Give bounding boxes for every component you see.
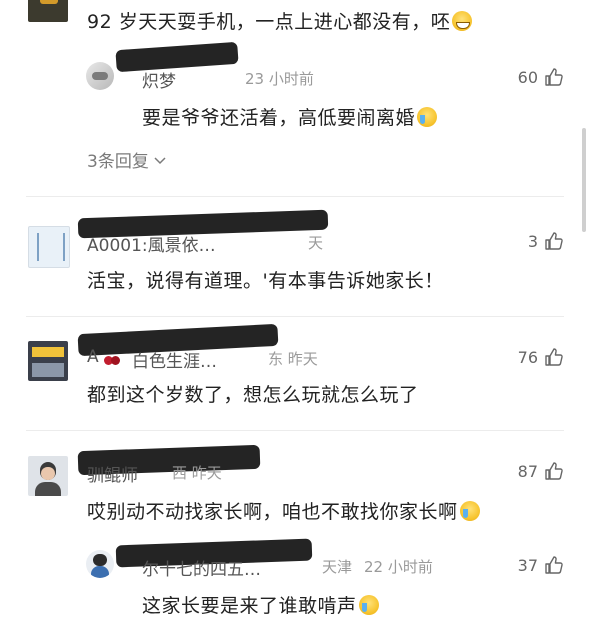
like-button[interactable]: 3 <box>528 231 564 251</box>
reply-location: 天津 <box>322 558 353 576</box>
crying-emoji-icon <box>417 107 438 127</box>
avatar[interactable] <box>86 550 114 578</box>
thumbs-up-icon <box>545 232 563 250</box>
view-replies-link[interactable]: 3条回复 <box>87 147 167 172</box>
comment-text: 92 岁天天耍手机，一点上进心都没有，呸 <box>87 7 473 34</box>
crying-emoji-icon <box>358 595 379 615</box>
reply-link-label: 3条回复 <box>87 152 149 172</box>
comment-time: 西 昨天 <box>172 464 222 482</box>
scrollbar[interactable] <box>582 128 586 232</box>
comment-time: 东 昨天 <box>268 350 318 368</box>
comment-text: 活宝，说得有道理。'有本事告诉她家长！ <box>87 270 444 292</box>
redaction-mark <box>115 41 239 73</box>
thumbs-up-icon <box>545 556 563 574</box>
like-button[interactable]: 37 <box>518 555 564 575</box>
avatar[interactable] <box>86 62 114 90</box>
grin-emoji-icon <box>452 11 473 31</box>
divider <box>26 430 564 431</box>
thumbs-up-icon <box>545 68 563 86</box>
avatar[interactable] <box>28 456 68 496</box>
reply-text: 这家长要是来了谁敢啃声 <box>142 591 379 618</box>
avatar[interactable] <box>28 0 68 22</box>
chevron-down-icon <box>154 156 166 164</box>
divider <box>26 316 564 317</box>
cherry-emoji-icon <box>104 350 120 366</box>
comment-author[interactable]: A0001:風景依… <box>87 231 216 256</box>
divider <box>26 196 564 197</box>
like-count: 60 <box>517 67 538 87</box>
reply-author[interactable]: 炽梦 <box>142 67 176 92</box>
like-count: 76 <box>517 347 538 367</box>
comment-text: 都到这个岁数了，想怎么玩就怎么玩了 <box>87 384 419 406</box>
avatar[interactable] <box>28 226 70 268</box>
like-button[interactable]: 87 <box>518 461 564 481</box>
reply-author[interactable]: 尔十七的四五… <box>142 555 261 580</box>
reply-time: 23 小时前 <box>245 70 314 88</box>
reply-time: 22 小时前 <box>364 558 433 576</box>
comment-author[interactable]: 驯鲲师 <box>87 461 138 486</box>
thumbs-up-icon <box>545 348 563 366</box>
avatar[interactable] <box>28 341 68 381</box>
like-count: 37 <box>517 555 538 575</box>
comment-author[interactable]: 白色生涯… <box>132 347 217 372</box>
reply-text: 要是爷爷还活着，高低要闹离婚 <box>142 103 438 130</box>
crying-emoji-icon <box>459 501 480 521</box>
comment-author-prefix: A <box>87 347 99 367</box>
like-count: 3 <box>527 231 538 251</box>
comment-time: 天 <box>308 234 324 252</box>
like-count: 87 <box>517 461 538 481</box>
like-button[interactable]: 60 <box>518 67 564 87</box>
thumbs-up-icon <box>545 462 563 480</box>
like-button[interactable]: 76 <box>518 347 564 367</box>
comment-text: 哎别动不动找家长啊，咱也不敢找你家长啊 <box>87 497 480 524</box>
